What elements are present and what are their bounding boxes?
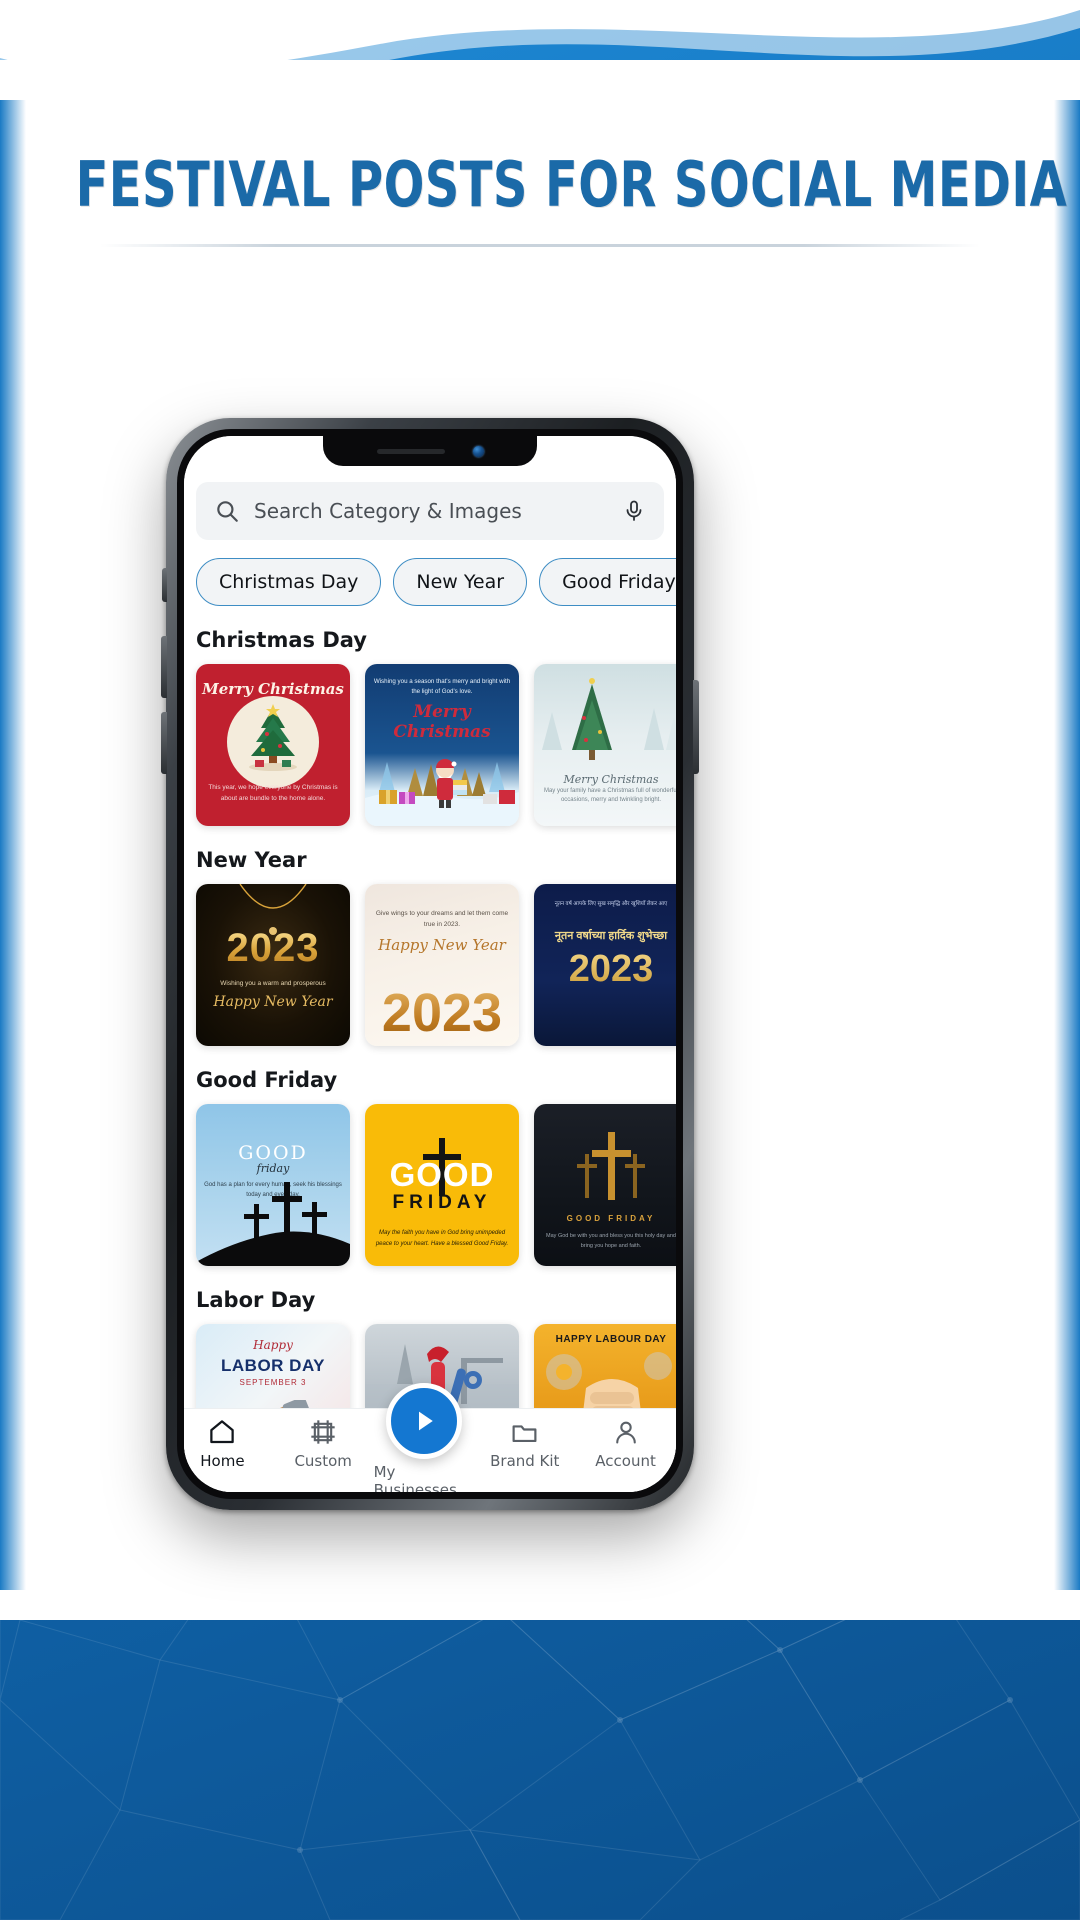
card-top-text: नूतन वर्ष आपके लिए सुख समृद्धि और खुशिया… xyxy=(554,901,668,907)
search-bar[interactable]: Search Category & Images xyxy=(196,482,664,540)
person-icon xyxy=(612,1417,640,1447)
template-card[interactable]: 2023 Wishing you a warm and prosperous H… xyxy=(196,884,350,1046)
template-card[interactable]: Merry Christmas This year, we hope every… xyxy=(196,664,350,826)
card-heading: GOOD FRIDAY xyxy=(566,1214,656,1223)
card-caption: This year, we hope everyone by Christmas… xyxy=(208,783,338,802)
card-top-text: Give wings to your dreams and let them c… xyxy=(375,910,509,929)
right-edge-fade xyxy=(1054,100,1080,1590)
card-heading: नूतन वर्षाच्या हार्दिक शुभेच्छा xyxy=(554,930,668,942)
card-heading: Merry Christmas xyxy=(393,702,491,742)
santa-scene-illustration xyxy=(365,759,519,826)
section-good-friday: Good Friday GOOD friday God has a plan f… xyxy=(196,1068,676,1266)
card-heading: GOOD xyxy=(238,1142,308,1164)
glowing-crosses-icon xyxy=(577,1132,645,1200)
card-top-text: Wishing you a season that's merry and br… xyxy=(373,678,511,695)
template-card[interactable]: GOOD FRIDAY May God be with you and bles… xyxy=(534,1104,676,1266)
volume-up-button[interactable] xyxy=(161,636,167,698)
card-row[interactable]: 2023 Wishing you a warm and prosperous H… xyxy=(196,884,676,1046)
nav-item-home[interactable]: Home xyxy=(184,1417,273,1470)
card-heading: LABOR DAY xyxy=(221,1356,325,1375)
home-icon xyxy=(207,1417,237,1447)
card-row[interactable]: GOOD friday God has a plan for every hum… xyxy=(196,1104,676,1266)
card-heading: Merry Christmas xyxy=(563,773,659,786)
fist-gear-illustration xyxy=(546,1352,672,1408)
winter-trees-illustration xyxy=(542,678,676,760)
template-card[interactable]: GOOD friday God has a plan for every hum… xyxy=(196,1104,350,1266)
section-new-year: New Year 2023 Wishing you a warm and pro… xyxy=(196,848,676,1046)
title-divider xyxy=(100,244,980,247)
nav-item-custom[interactable]: Custom xyxy=(273,1417,374,1470)
christmas-tree-icon xyxy=(249,703,297,771)
section-title: New Year xyxy=(196,848,307,872)
card-caption: May the faith you have in God bring unim… xyxy=(375,1230,509,1248)
three-crosses-illustration xyxy=(196,1182,350,1266)
section-title: Good Friday xyxy=(196,1068,338,1092)
phone-screen: Search Category & Images Christmas Day N… xyxy=(184,436,676,1492)
card-caption: Wishing you a warm and prosperous xyxy=(220,980,326,987)
template-card[interactable]: Merry Christmas May your family have a C… xyxy=(534,664,676,826)
card-date: SEPTEMBER 3 xyxy=(239,1378,307,1387)
phone-bezel: Search Category & Images Christmas Day N… xyxy=(177,429,683,1499)
nav-label: Account xyxy=(595,1452,656,1470)
nav-label: Custom xyxy=(294,1452,352,1470)
card-caption: May your family have a Christmas full of… xyxy=(543,787,676,804)
phone-mockup: Search Category & Images Christmas Day N… xyxy=(161,418,699,1510)
section-title: Christmas Day xyxy=(196,628,367,652)
bottom-wave-decoration xyxy=(0,1460,1080,1920)
card-heading: Happy New Year xyxy=(378,936,506,954)
chip-good-friday[interactable]: Good Friday xyxy=(539,558,676,606)
template-card[interactable]: Give wings to your dreams and let them c… xyxy=(365,884,519,1046)
card-year: 2023 xyxy=(365,982,519,1044)
search-icon xyxy=(214,498,240,524)
nav-label: My Businesses xyxy=(373,1463,457,1492)
left-edge-fade xyxy=(0,100,26,1590)
chip-new-year[interactable]: New Year xyxy=(393,558,528,606)
content-scroll-area[interactable]: Christmas Day Merry Christmas This year,… xyxy=(184,606,676,1408)
nav-item-brand-kit[interactable]: Brand Kit xyxy=(474,1417,575,1470)
page-title: FESTIVAL POSTS FOR SOCIAL MEDIA xyxy=(0,148,1080,221)
page-title-text: FESTIVAL POSTS FOR SOCIAL MEDIA xyxy=(75,148,1068,221)
card-script-text: Happy xyxy=(253,1338,293,1352)
nav-item-account[interactable]: Account xyxy=(575,1417,676,1470)
volume-down-button[interactable] xyxy=(161,712,167,774)
nav-label: Home xyxy=(200,1452,245,1470)
search-input[interactable]: Search Category & Images xyxy=(254,499,608,523)
power-button[interactable] xyxy=(693,680,699,774)
earpiece-speaker xyxy=(376,448,445,454)
card-subheading: FRIDAY xyxy=(392,1192,492,1213)
hand-hammer-illustration xyxy=(237,1400,310,1408)
section-christmas-day: Christmas Day Merry Christmas This year,… xyxy=(196,628,676,826)
template-card[interactable]: HAPPY LABOUR DAY xyxy=(534,1324,676,1408)
category-chip-row[interactable]: Christmas Day New Year Good Friday Labor… xyxy=(184,540,676,606)
template-card[interactable]: नूतन वर्ष आपके लिए सुख समृद्धि और खुशिया… xyxy=(534,884,676,1046)
card-year: 2023 xyxy=(196,926,350,971)
app-ui: Search Category & Images Christmas Day N… xyxy=(184,436,676,1492)
card-caption: May God be with you and bless you this h… xyxy=(546,1233,676,1250)
front-camera xyxy=(472,445,484,457)
folder-icon xyxy=(510,1417,539,1447)
card-row[interactable]: Merry Christmas This year, we hope every… xyxy=(196,664,676,826)
nav-label: Brand Kit xyxy=(490,1452,560,1470)
top-wave-decoration xyxy=(0,0,1080,140)
nav-item-my-businesses[interactable]: My Businesses xyxy=(373,1383,475,1492)
crop-frame-icon xyxy=(309,1417,337,1447)
card-heading: GOOD xyxy=(389,1156,495,1193)
card-year: 2023 xyxy=(534,948,676,991)
phone-notch xyxy=(323,436,537,466)
section-title: Labor Day xyxy=(196,1288,316,1312)
template-card[interactable]: GOOD FRIDAY May the faith you have in Go… xyxy=(365,1104,519,1266)
template-card[interactable]: Wishing you a season that's merry and br… xyxy=(365,664,519,826)
chip-christmas-day[interactable]: Christmas Day xyxy=(196,558,382,606)
card-heading: Happy New Year xyxy=(213,994,333,1010)
template-card[interactable]: Happy LABOR DAY SEPTEMBER 3 xyxy=(196,1324,350,1408)
silent-switch[interactable] xyxy=(162,568,167,602)
card-script-text: friday xyxy=(256,1162,290,1175)
microphone-icon[interactable] xyxy=(622,499,646,523)
play-arrow-icon[interactable] xyxy=(385,1383,462,1459)
bottom-navigation-bar[interactable]: Home Custom My Businesses Brand Kit Acco… xyxy=(184,1383,676,1492)
